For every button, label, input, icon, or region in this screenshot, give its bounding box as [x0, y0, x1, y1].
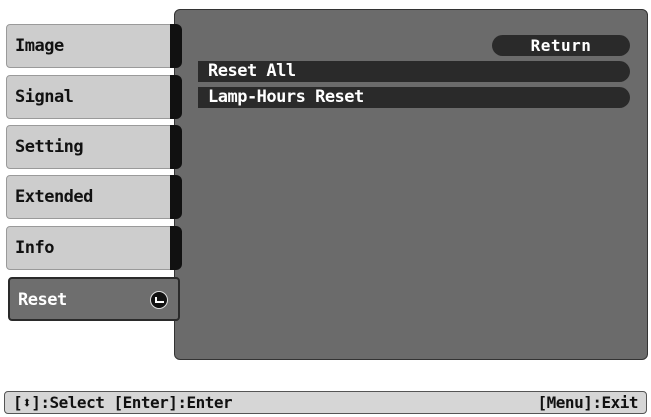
menu-item-setting[interactable]: Setting [6, 125, 174, 169]
menu-tab-connector [170, 175, 182, 219]
enter-icon [150, 291, 168, 309]
menu-item-label: Reset [18, 290, 67, 310]
menu-item-label: Extended [15, 187, 93, 207]
menu-item-info[interactable]: Info [6, 226, 174, 270]
menu-item-reset[interactable]: Reset [8, 277, 180, 321]
menu-item-image[interactable]: Image [6, 24, 174, 68]
menu-tab-connector [170, 226, 182, 270]
menu-item-extended[interactable]: Extended [6, 175, 174, 219]
menu-item-label: Signal [15, 87, 74, 107]
menu-tab-connector [170, 125, 182, 169]
projector-menu-screen: Image Signal Setting Extended Info Reset… [0, 0, 651, 417]
return-button[interactable]: Return [492, 35, 630, 56]
menu-item-signal[interactable]: Signal [6, 75, 174, 119]
option-reset-all[interactable]: Reset All [198, 61, 630, 82]
exit-hint: [Menu]:Exit [537, 393, 639, 412]
select-enter-hint: [⬍]:Select [Enter]:Enter [13, 393, 233, 412]
menu-item-label: Image [15, 36, 64, 56]
option-lamp-hours-reset[interactable]: Lamp-Hours Reset [198, 87, 630, 108]
status-bar: [⬍]:Select [Enter]:Enter [Menu]:Exit [4, 391, 647, 414]
menu-tab-connector [170, 75, 182, 119]
menu-item-label: Setting [15, 137, 84, 157]
menu-tab-connector [170, 24, 182, 68]
menu-item-label: Info [15, 238, 54, 258]
